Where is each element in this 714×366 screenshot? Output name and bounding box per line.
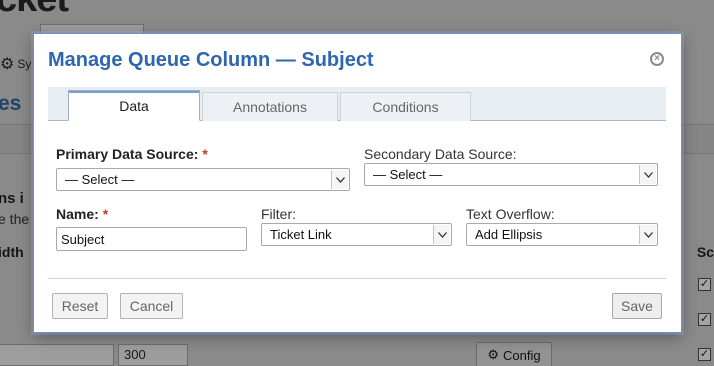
primary-source-label-text: Primary Data Source: — [56, 146, 199, 162]
name-label: Name: * — [56, 206, 108, 222]
secondary-source-select[interactable]: — Select — — [364, 163, 658, 186]
gear-icon: ⚙ — [0, 56, 15, 73]
required-marker: * — [102, 206, 109, 222]
bg-section-title: ns i — [0, 190, 24, 207]
chevron-down-icon — [639, 165, 656, 184]
bg-checkbox: ✓ — [698, 278, 711, 291]
secondary-source-label: Secondary Data Source: — [364, 146, 517, 162]
bg-input — [0, 344, 114, 366]
bg-sc-header: Sc — [696, 244, 714, 260]
bg-page-heading: es — [0, 92, 22, 115]
bg-checkbox: ✓ — [698, 313, 711, 326]
filter-value: Ticket Link — [270, 227, 332, 242]
tab-conditions[interactable]: Conditions — [340, 92, 471, 121]
dialog-tabs: Data Annotations Conditions — [48, 87, 666, 121]
footer-divider — [48, 278, 666, 279]
bg-config-label: Config — [503, 347, 541, 363]
primary-source-label: Primary Data Source: * — [56, 146, 208, 162]
gear-icon: ⚙ — [487, 347, 500, 362]
tab-annotations[interactable]: Annotations — [202, 92, 338, 121]
secondary-source-value: — Select — — [373, 167, 443, 182]
chevron-down-icon — [639, 225, 656, 244]
chevron-down-icon — [433, 225, 450, 244]
bg-width-input: 300 — [118, 344, 188, 366]
primary-source-select[interactable]: — Select — — [56, 168, 350, 191]
text-overflow-label: Text Overflow: — [466, 206, 555, 222]
reset-button[interactable]: Reset — [52, 293, 108, 319]
text-overflow-value: Add Ellipsis — [475, 227, 543, 242]
bg-section-text: e the — [0, 211, 30, 227]
chevron-down-icon — [331, 170, 348, 189]
bg-checkbox: ✓ — [698, 348, 711, 361]
bg-settings-link: ⚙ Sy — [0, 54, 31, 74]
name-label-text: Name: — [56, 206, 99, 222]
name-field[interactable] — [56, 227, 247, 251]
bg-settings-label: Sy — [17, 57, 32, 71]
close-icon[interactable]: × — [650, 52, 664, 66]
manage-column-dialog: Manage Queue Column — Subject × Data Ann… — [33, 33, 682, 333]
bg-config-button: ⚙ Config — [476, 342, 552, 366]
bg-width-header: idth — [0, 244, 24, 260]
filter-label: Filter: — [261, 206, 296, 222]
required-marker: * — [202, 146, 208, 162]
text-overflow-select[interactable]: Add Ellipsis — [466, 223, 658, 246]
tab-data[interactable]: Data — [68, 90, 200, 121]
cancel-button[interactable]: Cancel — [120, 293, 183, 319]
filter-select[interactable]: Ticket Link — [261, 223, 452, 246]
app-logo: cket — [0, 0, 69, 21]
save-button[interactable]: Save — [612, 293, 662, 319]
dialog-title: Manage Queue Column — Subject — [48, 49, 374, 71]
primary-source-value: — Select — — [65, 172, 135, 187]
